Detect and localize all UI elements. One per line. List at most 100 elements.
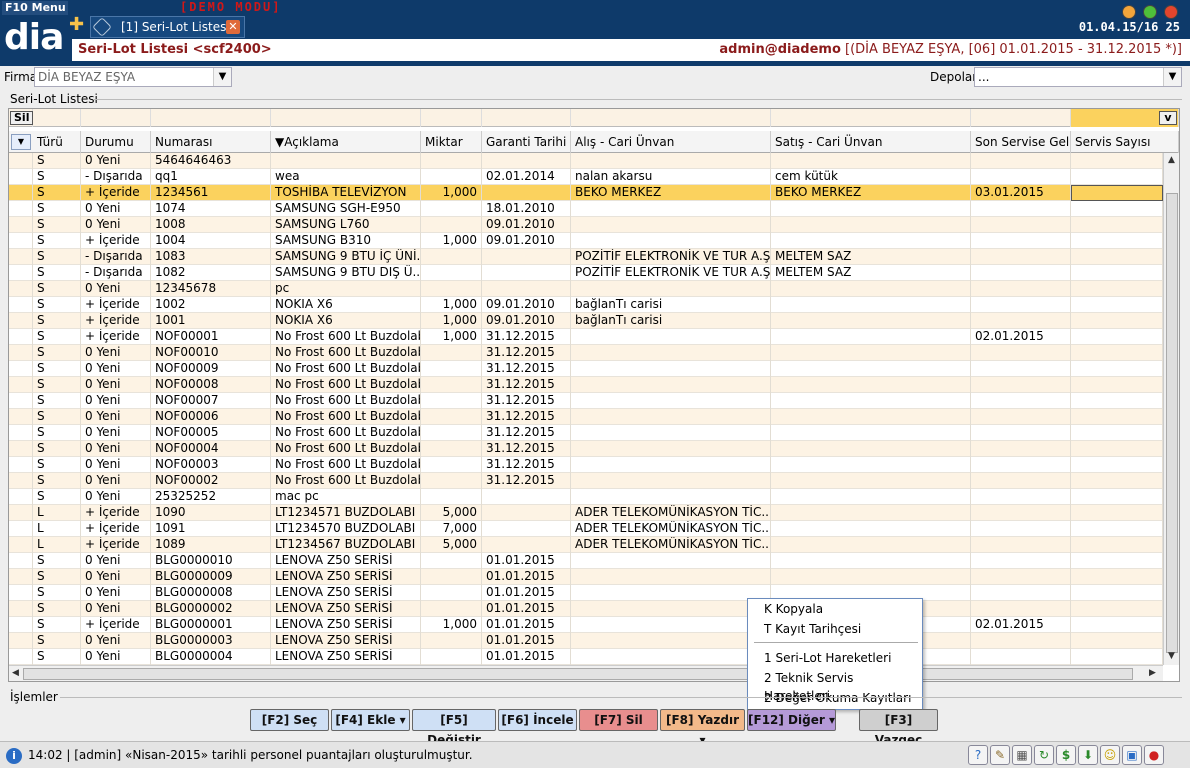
col-numarasi-cell[interactable]: 5464646463 bbox=[151, 153, 271, 169]
col-aciklama-cell[interactable]: SAMSUNG B310 bbox=[271, 233, 421, 249]
col-aciklama-cell[interactable]: LT1234571 BUZDOLABI bbox=[271, 505, 421, 521]
calculator-icon[interactable]: ▦ bbox=[1012, 745, 1032, 765]
col-numarasi-cell[interactable]: BLG0000002 bbox=[151, 601, 271, 617]
table-row[interactable]: S + İçeride 1234561 TOSHİBA TELEVİZYON 1,000… bbox=[9, 185, 1163, 201]
f10-menu-button[interactable]: F10 Menu bbox=[2, 1, 68, 15]
col-son-servis-cell[interactable] bbox=[971, 409, 1071, 425]
col-son-servis-cell[interactable] bbox=[971, 425, 1071, 441]
col-alis-cari-cell[interactable]: BEKO MERKEZ bbox=[571, 185, 771, 201]
col-aciklama-cell[interactable]: pc bbox=[271, 281, 421, 297]
col-aciklama-cell[interactable]: SAMSUNG L760 bbox=[271, 217, 421, 233]
filter-toggle-button[interactable]: v bbox=[1159, 111, 1177, 125]
col-numarasi-cell[interactable]: BLG0000004 bbox=[151, 649, 271, 665]
menu-item-seri-lot-hareketleri[interactable]: 1 Seri-Lot Hareketleri bbox=[748, 649, 922, 667]
row-selector[interactable] bbox=[9, 217, 33, 233]
row-selector[interactable] bbox=[9, 649, 33, 665]
col-durumu-cell[interactable]: 0 Yeni bbox=[81, 553, 151, 569]
col-alis-cari-cell[interactable]: POZİTİF ELEKTRONİK VE TUR A.Ş. bbox=[571, 265, 771, 281]
col-satis-cari-cell[interactable] bbox=[771, 441, 971, 457]
col-turu-cell[interactable]: S bbox=[33, 169, 81, 185]
table-row[interactable]: S0 Yeni 12345678 pc bbox=[9, 281, 1163, 297]
col-son-servis-cell[interactable] bbox=[971, 345, 1071, 361]
col-durumu-cell[interactable]: + İçeride bbox=[81, 505, 151, 521]
col-alis-cari-cell[interactable] bbox=[571, 153, 771, 169]
col-aciklama-cell[interactable]: No Frost 600 Lt Buzdolabı bbox=[271, 473, 421, 489]
col-son-servis-cell[interactable] bbox=[971, 633, 1071, 649]
col-son-servis-cell[interactable] bbox=[971, 201, 1071, 217]
table-row[interactable]: L + İçeride 1091 LT1234570 BUZDOLABI 7,000 AD… bbox=[9, 521, 1163, 537]
col-numarasi-cell[interactable]: NOF00006 bbox=[151, 409, 271, 425]
col-aciklama-cell[interactable]: LENOVA Z50 SERİSİ bbox=[271, 649, 421, 665]
wrench-icon[interactable]: ✎ bbox=[990, 745, 1010, 765]
table-row[interactable]: S0 Yeni NOF00003 No Frost 600 Lt Buzdolabı… bbox=[9, 457, 1163, 473]
col-son-servis-cell[interactable] bbox=[971, 217, 1071, 233]
view-button[interactable]: [F6] İncele bbox=[498, 709, 577, 731]
col-turu-cell[interactable]: S bbox=[33, 233, 81, 249]
col-garanti-tarihi-cell[interactable] bbox=[482, 249, 571, 265]
row-selector[interactable] bbox=[9, 601, 33, 617]
col-durumu-cell[interactable]: - Dışarıda bbox=[81, 169, 151, 185]
col-aciklama-cell[interactable]: LENOVA Z50 SERİSİ bbox=[271, 569, 421, 585]
col-satis-cari-cell[interactable] bbox=[771, 233, 971, 249]
col-servis-sayisi-cell[interactable] bbox=[1071, 569, 1163, 585]
col-servis-sayisi-cell[interactable] bbox=[1071, 633, 1163, 649]
col-alis-cari-cell[interactable] bbox=[571, 457, 771, 473]
col-numarasi-cell[interactable]: 25325252 bbox=[151, 489, 271, 505]
col-garanti-tarihi-cell[interactable]: 31.12.2015 bbox=[482, 441, 571, 457]
col-numarasi-cell[interactable]: 1074 bbox=[151, 201, 271, 217]
row-selector[interactable] bbox=[9, 233, 33, 249]
smiley-icon[interactable]: ☺ bbox=[1100, 745, 1120, 765]
col-turu-cell[interactable]: S bbox=[33, 649, 81, 665]
scroll-right-icon[interactable]: ▶ bbox=[1149, 668, 1156, 678]
col-satis-cari-cell[interactable] bbox=[771, 473, 971, 489]
col-aciklama-cell[interactable]: LENOVA Z50 SERİSİ bbox=[271, 553, 421, 569]
col-turu-cell[interactable]: L bbox=[33, 505, 81, 521]
col-alis-cari-cell[interactable] bbox=[571, 441, 771, 457]
table-row[interactable]: S0 Yeni NOF00004 No Frost 600 Lt Buzdolabı… bbox=[9, 441, 1163, 457]
col-durumu-cell[interactable]: 0 Yeni bbox=[81, 377, 151, 393]
table-row[interactable]: S0 Yeni 25325252 mac pc bbox=[9, 489, 1163, 505]
col-numarasi-cell[interactable]: 1091 bbox=[151, 521, 271, 537]
col-satis-cari-cell[interactable] bbox=[771, 345, 971, 361]
col-turu-cell[interactable]: S bbox=[33, 217, 81, 233]
col-alis-cari-cell[interactable] bbox=[571, 569, 771, 585]
col-durumu-cell[interactable]: + İçeride bbox=[81, 185, 151, 201]
col-miktar-cell[interactable] bbox=[421, 217, 482, 233]
col-satis-cari-cell[interactable] bbox=[771, 489, 971, 505]
col-garanti-tarihi-cell[interactable]: 31.12.2015 bbox=[482, 425, 571, 441]
col-numarasi-cell[interactable]: NOF00008 bbox=[151, 377, 271, 393]
col-servis-sayisi-cell[interactable] bbox=[1071, 537, 1163, 553]
col-servis-sayisi-cell[interactable] bbox=[1071, 345, 1163, 361]
col-durumu-cell[interactable]: 0 Yeni bbox=[81, 585, 151, 601]
print-button[interactable]: [F8] Yazdır ▾ bbox=[660, 709, 745, 747]
table-row[interactable]: S0 Yeni 1074 SAMSUNG SGH-E950 18.01.2010 bbox=[9, 201, 1163, 217]
col-servis-sayisi-header[interactable]: Servis Sayısı bbox=[1071, 131, 1179, 153]
col-numarasi-cell[interactable]: NOF00005 bbox=[151, 425, 271, 441]
col-miktar-cell[interactable]: 1,000 bbox=[421, 617, 482, 633]
col-numarasi-cell[interactable]: BLG0000003 bbox=[151, 633, 271, 649]
col-durumu-cell[interactable]: 0 Yeni bbox=[81, 281, 151, 297]
col-alis-cari-cell[interactable] bbox=[571, 633, 771, 649]
col-durumu-cell[interactable]: - Dışarıda bbox=[81, 249, 151, 265]
col-alis-cari-cell[interactable] bbox=[571, 329, 771, 345]
col-son-servis-cell[interactable] bbox=[971, 249, 1071, 265]
col-alis-cari-cell[interactable] bbox=[571, 393, 771, 409]
scroll-up-icon[interactable]: ▲ bbox=[1168, 155, 1175, 165]
horizontal-scroll-thumb[interactable] bbox=[23, 668, 1133, 680]
menu-item-kayit-tarihcesi[interactable]: T Kayıt Tarihçesi bbox=[748, 620, 922, 638]
refresh-icon[interactable]: ↻ bbox=[1034, 745, 1054, 765]
col-alis-cari-cell[interactable] bbox=[571, 377, 771, 393]
col-satis-cari-cell[interactable]: BEKO MERKEZ bbox=[771, 185, 971, 201]
col-aciklama-cell[interactable]: No Frost 600 Lt Buzdolabı bbox=[271, 409, 421, 425]
col-satis-cari-cell[interactable] bbox=[771, 521, 971, 537]
col-numarasi-cell[interactable]: NOF00004 bbox=[151, 441, 271, 457]
table-row[interactable]: S0 Yeni BLG0000002 LENOVA Z50 SERİSİ 01.01.… bbox=[9, 601, 1163, 617]
col-aciklama-cell[interactable]: SAMSUNG 9 BTU İÇ ÜNİ... bbox=[271, 249, 421, 265]
chevron-down-icon[interactable]: ▼ bbox=[1163, 68, 1181, 86]
col-miktar-cell[interactable] bbox=[421, 377, 482, 393]
col-servis-sayisi-cell[interactable] bbox=[1071, 617, 1163, 633]
col-numarasi-cell[interactable]: 1234561 bbox=[151, 185, 271, 201]
col-garanti-tarihi-cell[interactable] bbox=[482, 537, 571, 553]
col-miktar-cell[interactable] bbox=[421, 345, 482, 361]
col-miktar-cell[interactable] bbox=[421, 153, 482, 169]
